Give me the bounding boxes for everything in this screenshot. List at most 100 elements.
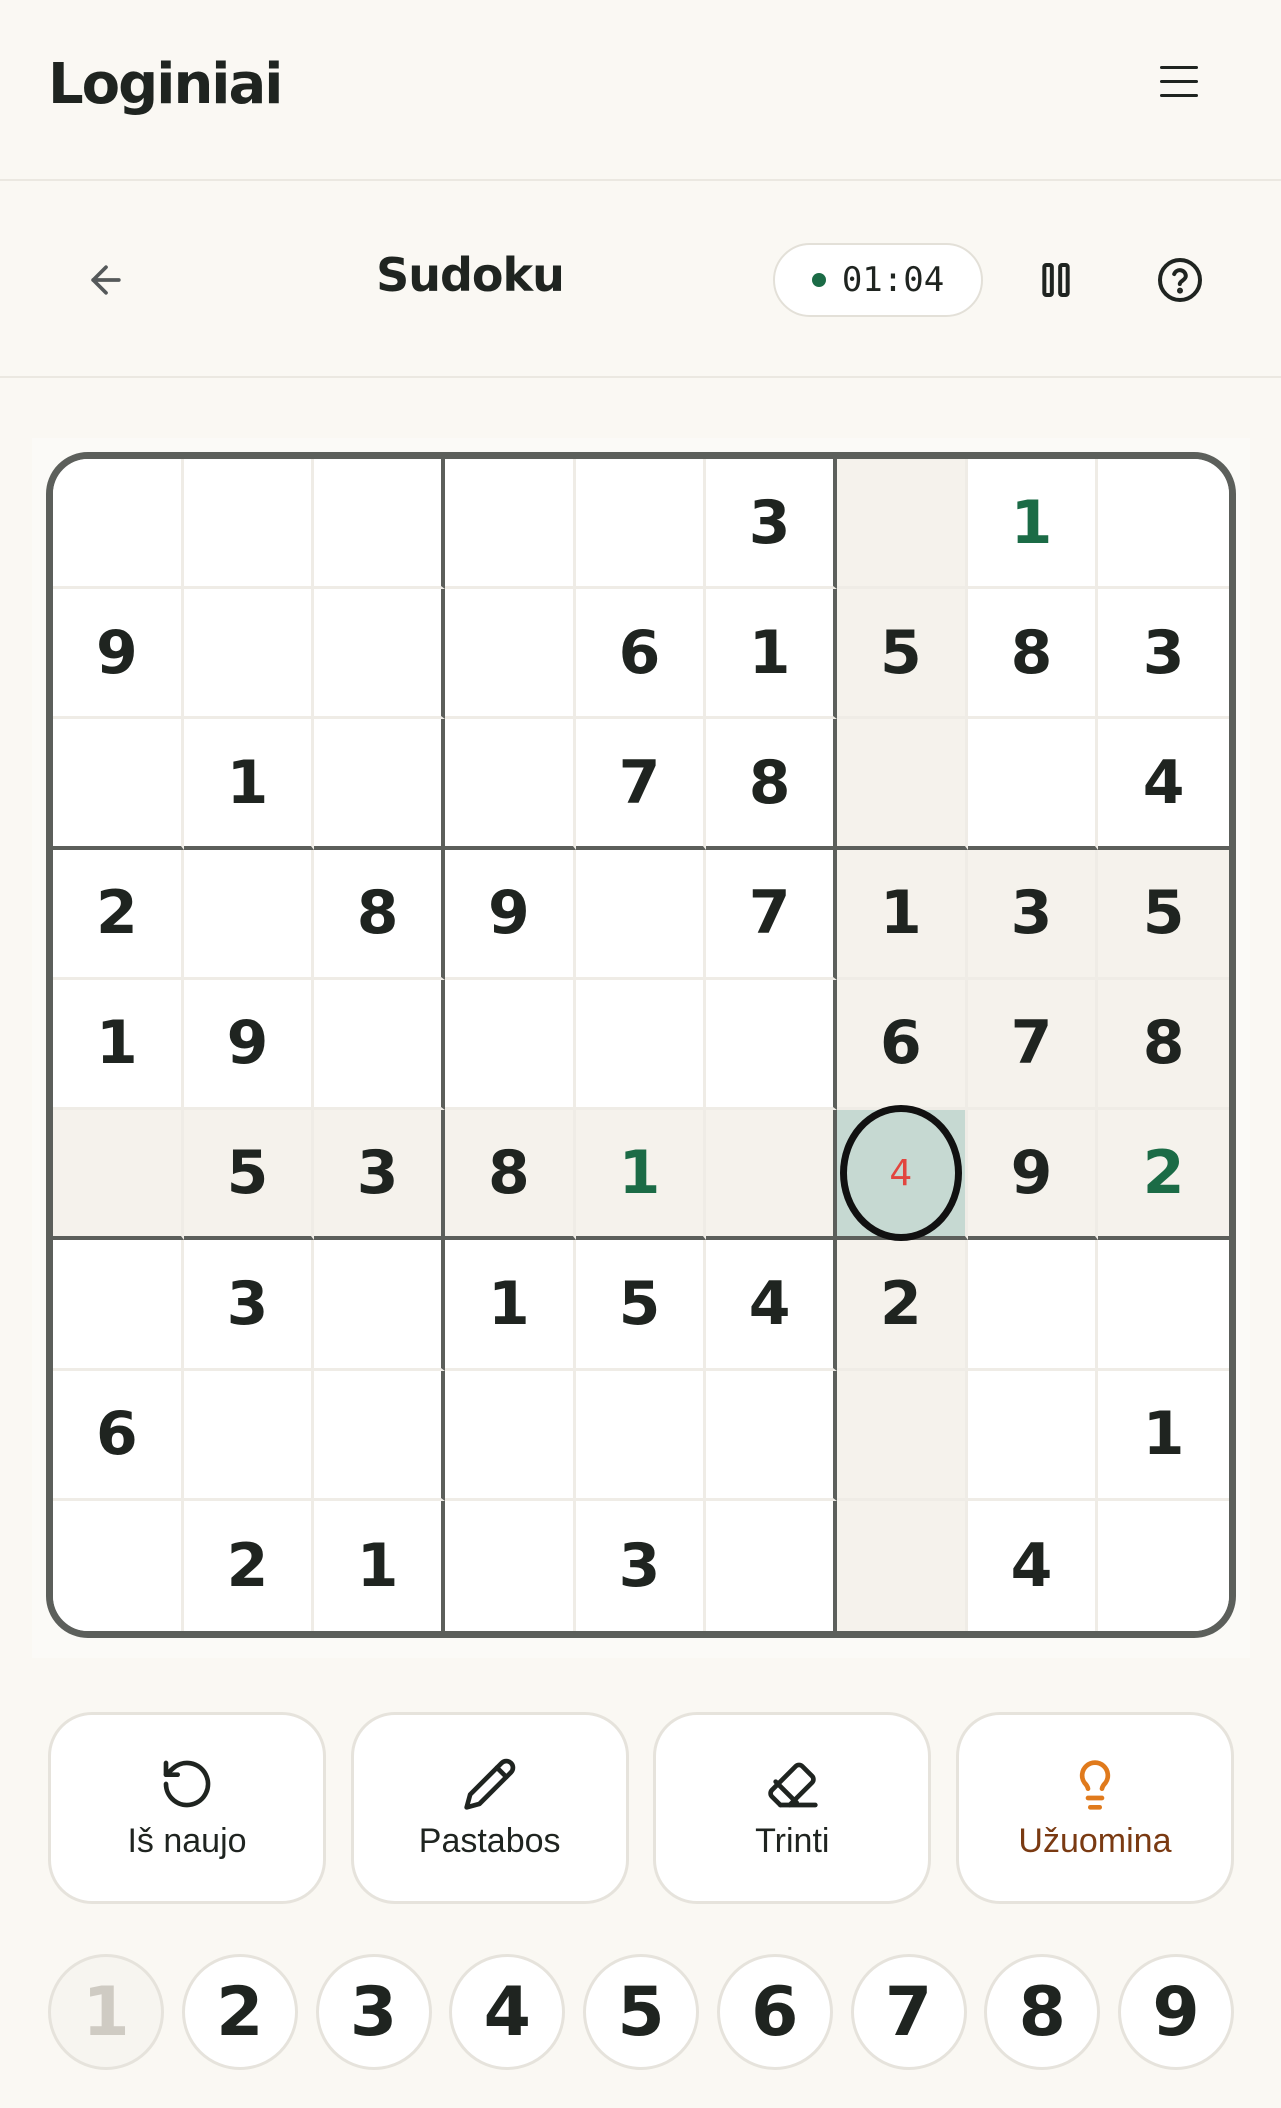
logo[interactable]: Loginiai — [48, 52, 283, 117]
sudoku-cell-r9c3[interactable]: 1 — [314, 1500, 445, 1631]
sudoku-cell-r7c8[interactable] — [967, 1240, 1099, 1371]
sudoku-cell-r8c7[interactable] — [837, 1370, 968, 1501]
sudoku-cell-r1c6[interactable]: 3 — [706, 459, 837, 590]
sudoku-cell-r3c3[interactable] — [314, 719, 445, 850]
sudoku-cell-r1c3[interactable] — [314, 459, 445, 590]
sudoku-cell-r8c9[interactable]: 1 — [1098, 1370, 1229, 1501]
sudoku-cell-r6c2[interactable]: 5 — [183, 1110, 315, 1241]
sudoku-cell-r7c1[interactable] — [53, 1240, 184, 1371]
sudoku-cell-r4c2[interactable] — [183, 849, 315, 980]
sudoku-cell-r1c2[interactable] — [183, 459, 315, 590]
sudoku-cell-r1c9[interactable] — [1098, 459, 1229, 590]
sudoku-cell-r4c5[interactable] — [575, 849, 707, 980]
sudoku-cell-r5c2[interactable]: 9 — [183, 979, 315, 1111]
pause-icon[interactable] — [1036, 260, 1076, 300]
hamburger-icon[interactable] — [1160, 66, 1198, 100]
sudoku-cell-r8c8[interactable] — [967, 1370, 1099, 1501]
sudoku-cell-r6c3[interactable]: 3 — [314, 1110, 445, 1241]
sudoku-cell-r7c7[interactable]: 2 — [837, 1240, 968, 1371]
sudoku-cell-r6c6[interactable] — [706, 1110, 837, 1241]
sudoku-cell-r4c3[interactable]: 8 — [314, 849, 445, 980]
sudoku-cell-r3c5[interactable]: 7 — [575, 719, 707, 850]
sudoku-cell-r3c9[interactable]: 4 — [1098, 719, 1229, 850]
sudoku-cell-r2c8[interactable]: 8 — [967, 589, 1099, 720]
sudoku-cell-r2c7[interactable]: 5 — [837, 589, 968, 720]
cell-value: 3 — [618, 1530, 661, 1601]
sudoku-cell-r1c8[interactable]: 1 — [967, 459, 1099, 590]
sudoku-cell-r3c6[interactable]: 8 — [706, 719, 837, 850]
sudoku-cell-r4c6[interactable]: 7 — [706, 849, 837, 980]
number-button-4[interactable]: 4 — [449, 1954, 566, 2070]
number-button-3[interactable]: 3 — [315, 1954, 432, 2070]
sudoku-cell-r1c7[interactable] — [837, 459, 968, 590]
sudoku-cell-r7c3[interactable] — [314, 1240, 445, 1371]
sudoku-cell-r6c1[interactable] — [53, 1110, 184, 1241]
sudoku-cell-r4c8[interactable]: 3 — [967, 849, 1099, 980]
number-button-5[interactable]: 5 — [583, 1954, 699, 2070]
sudoku-cell-r1c5[interactable] — [575, 459, 707, 590]
sudoku-cell-r4c9[interactable]: 5 — [1098, 849, 1229, 980]
sudoku-cell-r6c5[interactable]: 1 — [575, 1110, 707, 1241]
sudoku-cell-r3c7[interactable] — [837, 719, 968, 850]
hint-button[interactable]: Užuomina — [955, 1712, 1234, 1904]
sudoku-cell-r8c4[interactable] — [445, 1370, 576, 1501]
sudoku-cell-r6c8[interactable]: 9 — [967, 1110, 1099, 1241]
sudoku-cell-r8c6[interactable] — [706, 1370, 837, 1501]
sudoku-cell-r8c2[interactable] — [183, 1370, 315, 1501]
help-circle-icon[interactable] — [1156, 256, 1204, 304]
sudoku-cell-r9c6[interactable] — [706, 1500, 837, 1631]
sudoku-cell-r9c1[interactable] — [53, 1500, 184, 1631]
number-button-8[interactable]: 8 — [984, 1954, 1101, 2070]
sudoku-cell-r3c1[interactable] — [53, 719, 184, 850]
sudoku-cell-r8c1[interactable]: 6 — [53, 1370, 184, 1501]
sudoku-cell-r3c4[interactable] — [445, 719, 576, 850]
sudoku-cell-r5c9[interactable]: 8 — [1098, 979, 1229, 1111]
number-button-1[interactable]: 1 — [48, 1954, 164, 2070]
erase-button[interactable]: Trinti — [653, 1712, 932, 1904]
arrow-left-icon[interactable] — [84, 258, 128, 302]
sudoku-cell-r5c1[interactable]: 1 — [53, 979, 184, 1111]
sudoku-cell-r2c2[interactable] — [183, 589, 315, 720]
sudoku-cell-r5c8[interactable]: 7 — [967, 979, 1099, 1111]
sudoku-cell-r6c9[interactable]: 2 — [1098, 1110, 1229, 1241]
number-button-9[interactable]: 9 — [1118, 1954, 1234, 2070]
sudoku-cell-r3c2[interactable]: 1 — [183, 719, 315, 850]
sudoku-cell-r8c5[interactable] — [575, 1370, 707, 1501]
sudoku-cell-r8c3[interactable] — [314, 1370, 445, 1501]
sudoku-cell-r9c4[interactable] — [445, 1500, 576, 1631]
sudoku-cell-r6c4[interactable]: 8 — [445, 1110, 576, 1241]
restart-button[interactable]: Iš naujo — [48, 1712, 326, 1904]
sudoku-cell-r7c5[interactable]: 5 — [575, 1240, 707, 1371]
sudoku-cell-r4c1[interactable]: 2 — [53, 849, 184, 980]
sudoku-cell-r9c9[interactable] — [1098, 1500, 1229, 1631]
sudoku-cell-r2c9[interactable]: 3 — [1098, 589, 1229, 720]
sudoku-cell-r2c6[interactable]: 1 — [706, 589, 837, 720]
sudoku-cell-r9c5[interactable]: 3 — [575, 1500, 707, 1631]
number-button-2[interactable]: 2 — [181, 1954, 298, 2070]
sudoku-cell-r4c4[interactable]: 9 — [445, 849, 576, 980]
sudoku-cell-r1c1[interactable] — [53, 459, 184, 590]
sudoku-cell-r7c2[interactable]: 3 — [183, 1240, 315, 1371]
sudoku-cell-r2c5[interactable]: 6 — [575, 589, 707, 720]
sudoku-cell-r2c4[interactable] — [445, 589, 576, 720]
sudoku-cell-r9c8[interactable]: 4 — [967, 1500, 1099, 1631]
sudoku-cell-r7c4[interactable]: 1 — [445, 1240, 576, 1371]
sudoku-cell-r4c7[interactable]: 1 — [837, 849, 968, 980]
sudoku-cell-r9c2[interactable]: 2 — [183, 1500, 315, 1631]
sudoku-cell-r5c5[interactable] — [575, 979, 707, 1111]
sudoku-cell-r5c3[interactable] — [314, 979, 445, 1111]
sudoku-cell-r1c4[interactable] — [445, 459, 576, 590]
notes-button[interactable]: Pastabos — [350, 1712, 629, 1904]
sudoku-cell-r7c9[interactable] — [1098, 1240, 1229, 1371]
sudoku-cell-r2c3[interactable] — [314, 589, 445, 720]
sudoku-cell-r6c7[interactable]: 4 — [837, 1105, 968, 1242]
sudoku-cell-r5c7[interactable]: 6 — [837, 979, 968, 1111]
sudoku-cell-r5c6[interactable] — [706, 979, 837, 1111]
sudoku-cell-r2c1[interactable]: 9 — [53, 589, 184, 720]
number-button-7[interactable]: 7 — [850, 1954, 967, 2070]
sudoku-cell-r3c8[interactable] — [967, 719, 1099, 850]
number-button-6[interactable]: 6 — [716, 1954, 833, 2070]
sudoku-cell-r9c7[interactable] — [837, 1500, 968, 1631]
sudoku-cell-r5c4[interactable] — [445, 979, 576, 1111]
sudoku-cell-r7c6[interactable]: 4 — [706, 1240, 837, 1371]
